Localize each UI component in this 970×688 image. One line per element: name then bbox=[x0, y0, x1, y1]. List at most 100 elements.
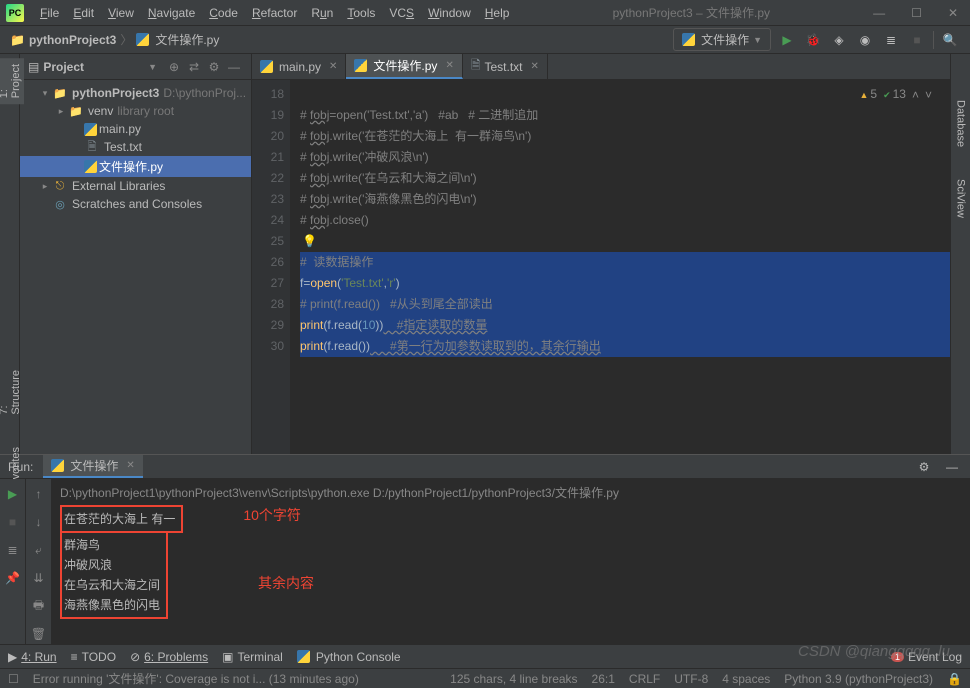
tree-venv[interactable]: ▸📁venvlibrary root bbox=[20, 102, 251, 120]
tab-sciview[interactable]: SciView bbox=[953, 173, 969, 224]
run-button[interactable]: ▶ bbox=[777, 30, 797, 50]
close-icon[interactable]: ✕ bbox=[329, 61, 337, 72]
clear-icon[interactable]: 🗑 bbox=[30, 625, 48, 643]
right-tool-window-tabs: Database SciView bbox=[950, 54, 970, 454]
status-bar: ☐ Error running '文件操作': Coverage is not … bbox=[0, 668, 970, 688]
menu-code[interactable]: Code bbox=[203, 3, 244, 23]
line-gutter: 18192021222324252627282930 bbox=[252, 80, 290, 454]
menu-tools[interactable]: Tools bbox=[341, 3, 381, 23]
layout-button[interactable]: ≣ bbox=[4, 541, 22, 559]
close-icon[interactable]: ✕ bbox=[531, 61, 539, 72]
pin-button[interactable]: 📌 bbox=[4, 569, 22, 587]
bottom-tool-bar: ▶ 4: Run ≡ TODO ⊘ 6: Problems ▣ Terminal… bbox=[0, 644, 970, 668]
window-title: pythonProject3 – 文件操作.py bbox=[515, 4, 867, 21]
tree-root[interactable]: ▾📁pythonProject3D:\pythonProj... bbox=[20, 84, 251, 102]
app-logo: PC bbox=[6, 4, 24, 22]
status-message[interactable]: Error running '文件操作': Coverage is not i.… bbox=[33, 670, 359, 687]
command-line: D:\pythonProject1\pythonProject3\venv\Sc… bbox=[60, 483, 962, 503]
tree-file-current[interactable]: 文件操作.py bbox=[20, 156, 251, 177]
event-log-button[interactable]: 1 Event Log bbox=[891, 650, 962, 664]
profile-button[interactable]: ◉ bbox=[855, 30, 875, 50]
concurrency-button[interactable]: ≣ bbox=[881, 30, 901, 50]
tab-current[interactable]: 文件操作.py✕ bbox=[346, 54, 462, 79]
indent[interactable]: 4 spaces bbox=[722, 672, 770, 686]
menu-help[interactable]: Help bbox=[479, 3, 516, 23]
search-button[interactable]: 🔍 bbox=[940, 30, 960, 50]
output-highlight-1: 在苍茫的大海上 有一 bbox=[60, 505, 183, 533]
close-icon[interactable]: ✕ bbox=[445, 60, 453, 71]
interpreter[interactable]: Python 3.9 (pythonProject3) bbox=[784, 672, 933, 686]
terminal-tab-button[interactable]: ▣ Terminal bbox=[222, 650, 283, 664]
stop-button[interactable]: ■ bbox=[4, 513, 22, 531]
status-message-icon: ☐ bbox=[8, 672, 19, 686]
python-console-tab-button[interactable]: Python Console bbox=[297, 650, 401, 664]
menu-navigate[interactable]: Navigate bbox=[142, 3, 201, 23]
menu-file[interactable]: File bbox=[34, 3, 65, 23]
breadcrumb-file[interactable]: 文件操作.py bbox=[155, 31, 219, 48]
expand-icon[interactable]: ⇄ bbox=[185, 58, 203, 76]
locate-icon[interactable]: ⊕ bbox=[165, 58, 183, 76]
project-panel-title[interactable]: Project bbox=[43, 60, 148, 74]
maximize-button[interactable]: ☐ bbox=[905, 4, 928, 22]
run-tab-button[interactable]: ▶ 4: Run bbox=[8, 650, 57, 664]
tab-database[interactable]: Database bbox=[953, 94, 969, 153]
console-output[interactable]: D:\pythonProject1\pythonProject3\venv\Sc… bbox=[52, 479, 970, 644]
debug-button[interactable]: 🐞 bbox=[803, 30, 823, 50]
tree-scratches[interactable]: ◎Scratches and Consoles bbox=[20, 195, 251, 213]
close-icon[interactable]: ✕ bbox=[126, 460, 134, 471]
todo-tab-button[interactable]: ≡ TODO bbox=[71, 650, 116, 664]
settings-icon[interactable]: ⚙ bbox=[205, 58, 223, 76]
intention-bulb-icon[interactable]: 💡 bbox=[302, 234, 317, 248]
caret-position[interactable]: 26:1 bbox=[592, 672, 615, 686]
stop-button[interactable]: ■ bbox=[907, 30, 927, 50]
print-icon[interactable]: 🖶 bbox=[30, 597, 48, 615]
line-separator[interactable]: CRLF bbox=[629, 672, 660, 686]
menu-run[interactable]: Run bbox=[305, 3, 339, 23]
encoding[interactable]: UTF-8 bbox=[674, 672, 708, 686]
project-tree: ▾📁pythonProject3D:\pythonProj... ▸📁venvl… bbox=[20, 80, 251, 217]
annotation-1: 10个字符 bbox=[243, 505, 301, 525]
run-config-label: 文件操作 bbox=[701, 31, 749, 48]
code-content[interactable]: 5 13 ˄ ˅ # fobj=open('Test.txt','a') #ab… bbox=[290, 80, 950, 454]
tab-structure[interactable]: 7: Structure bbox=[0, 364, 24, 421]
close-button[interactable]: ✕ bbox=[942, 4, 964, 22]
problems-tab-button[interactable]: ⊘ 6: Problems bbox=[130, 650, 208, 664]
editor-area: main.py✕ 文件操作.py✕ 🗎Test.txt✕ 18192021222… bbox=[252, 54, 950, 454]
breadcrumb: 📁 pythonProject3 〉 文件操作.py bbox=[10, 31, 219, 48]
scroll-icon[interactable]: ⇊ bbox=[30, 569, 48, 587]
coverage-button[interactable]: ◈ bbox=[829, 30, 849, 50]
menu-refactor[interactable]: Refactor bbox=[246, 3, 303, 23]
run-actions-primary: ▶ ■ ≣ 📌 bbox=[0, 479, 26, 644]
settings-icon[interactable]: ⚙ bbox=[914, 457, 934, 477]
tab-project[interactable]: 1: Project bbox=[0, 58, 24, 104]
breadcrumb-project[interactable]: pythonProject3 bbox=[29, 33, 116, 47]
code-editor[interactable]: 18192021222324252627282930 5 13 ˄ ˅ # fo… bbox=[252, 80, 950, 454]
left-tool-window-tabs: 1: Project 7: Structure 2: Favorites bbox=[0, 54, 20, 454]
editor-tabs: main.py✕ 文件操作.py✕ 🗎Test.txt✕ bbox=[252, 54, 950, 80]
tab-test[interactable]: 🗎Test.txt✕ bbox=[463, 54, 548, 79]
down-icon[interactable]: ↓ bbox=[30, 513, 48, 531]
selection-info: 125 chars, 4 line breaks bbox=[450, 672, 577, 686]
tree-external-libs[interactable]: ▸⎋External Libraries bbox=[20, 177, 251, 195]
project-view-icon: ▤ bbox=[28, 60, 39, 74]
menu-window[interactable]: Window bbox=[422, 3, 477, 23]
up-icon[interactable]: ↑ bbox=[30, 485, 48, 503]
menu-view[interactable]: View bbox=[102, 3, 140, 23]
title-bar: PC File Edit View Navigate Code Refactor… bbox=[0, 0, 970, 26]
folder-icon: 📁 bbox=[10, 33, 25, 47]
menu-edit[interactable]: Edit bbox=[67, 3, 100, 23]
project-tool-window: ▤ Project ▼ ⊕ ⇄ ⚙ — ▾📁pythonProject3D:\p… bbox=[20, 54, 252, 454]
hide-icon[interactable]: — bbox=[225, 58, 243, 76]
run-configuration-selector[interactable]: 文件操作 ▼ bbox=[673, 28, 771, 51]
hide-icon[interactable]: — bbox=[942, 457, 962, 477]
wrap-icon[interactable]: ⤶ bbox=[30, 541, 48, 559]
tab-main[interactable]: main.py✕ bbox=[252, 54, 346, 79]
tree-file-test[interactable]: 🗎Test.txt bbox=[20, 138, 251, 156]
run-tab[interactable]: 文件操作✕ bbox=[43, 455, 142, 478]
rerun-button[interactable]: ▶ bbox=[4, 485, 22, 503]
lock-icon[interactable]: 🔒 bbox=[947, 672, 962, 686]
run-tool-window: Run: 文件操作✕ ⚙ — ▶ ■ ≣ 📌 ↑ ↓ ⤶ ⇊ 🖶 🗑 D:\py… bbox=[0, 454, 970, 644]
menu-vcs[interactable]: VCS bbox=[383, 3, 420, 23]
minimize-button[interactable]: — bbox=[867, 4, 891, 22]
tree-file-main[interactable]: main.py bbox=[20, 120, 251, 138]
